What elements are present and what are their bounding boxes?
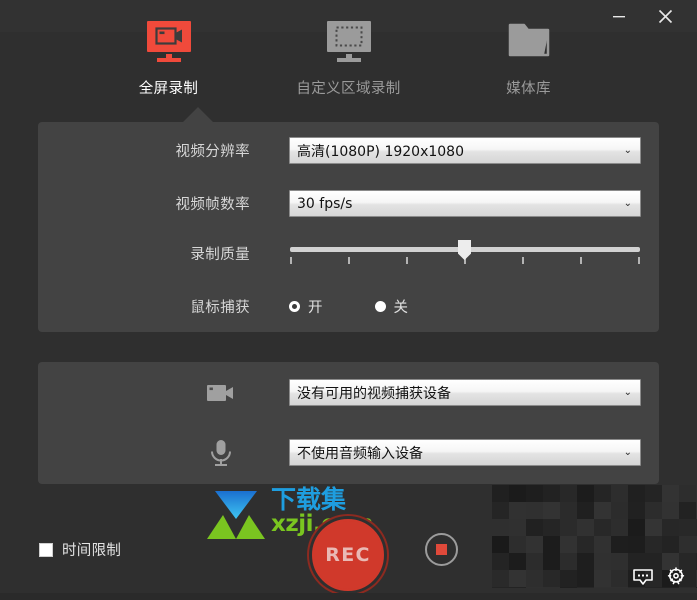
resolution-value: 高清(1080P) 1920x1080 [297, 143, 464, 160]
chevron-down-icon: ⌄ [623, 144, 632, 156]
tab-bar: 全屏录制 自定义区域录制 媒体库 [0, 16, 697, 98]
quality-label: 录制质量 [190, 246, 250, 263]
radio-label: 开 [308, 299, 323, 316]
devices-panel: 没有可用的视频捕获设备 ⌄ 不使用音频输入设备 ⌄ [38, 362, 659, 484]
radio-dot-icon [289, 300, 300, 312]
slider-tick [638, 257, 640, 264]
framerate-value: 30 fps/s [297, 195, 353, 212]
corner-icon-group [633, 567, 686, 590]
row-quality: 录制质量 [38, 240, 659, 266]
folder-icon [504, 16, 554, 68]
chevron-down-icon: ⌄ [623, 446, 632, 458]
stop-square-icon [436, 544, 447, 555]
radio-label: 关 [393, 299, 409, 316]
mouse-capture-label: 鼠标捕获 [190, 299, 250, 316]
tab-custom-region-record[interactable]: 自定义区域录制 [296, 16, 401, 98]
radio-mouse-capture-on[interactable]: 开 [289, 296, 323, 317]
slider-tick [348, 257, 350, 264]
radio-mouse-capture-off[interactable]: 关 [374, 296, 409, 317]
settings-panel: 视频分辨率 高清(1080P) 1920x1080 ⌄ 视频帧数率 30 fps… [38, 122, 659, 332]
mouse-capture-radio-group: 开 关 [289, 296, 408, 317]
tab-media-library[interactable]: 媒体库 [477, 16, 581, 98]
framerate-select[interactable]: 30 fps/s ⌄ [289, 190, 641, 217]
audio-device-select[interactable]: 不使用音频输入设备 ⌄ [289, 439, 641, 466]
screen-recorder-window: 全屏录制 自定义区域录制 媒体库 视频分辨率 高清(1080P) 1920x10… [0, 0, 697, 600]
settings-gear-icon[interactable] [666, 567, 686, 590]
slider-tick [406, 257, 408, 264]
row-mouse-capture: 鼠标捕获 开 关 [38, 295, 659, 317]
microphone-icon [192, 438, 250, 468]
stop-button[interactable] [425, 533, 458, 566]
record-button[interactable]: REC [312, 519, 384, 591]
resolution-select[interactable]: 高清(1080P) 1920x1080 ⌄ [289, 137, 641, 164]
window-bottom-edge [0, 593, 697, 600]
video-camera-icon [192, 381, 250, 405]
tab-label: 媒体库 [506, 81, 551, 97]
quality-slider[interactable] [289, 240, 641, 266]
active-tab-pointer [182, 107, 214, 123]
video-device-select[interactable]: 没有可用的视频捕获设备 ⌄ [289, 379, 641, 406]
tab-label: 全屏录制 [138, 81, 199, 97]
monitor-region-select-icon [324, 16, 374, 68]
row-audio-device: 不使用音频输入设备 ⌄ [38, 439, 659, 466]
watermark-title: 下载集 [271, 485, 347, 514]
audio-device-value: 不使用音频输入设备 [297, 445, 423, 462]
download-arrow-icon [207, 491, 265, 539]
time-limit-label: 时间限制 [62, 543, 122, 559]
chevron-down-icon: ⌄ [623, 386, 632, 398]
slider-tick [580, 257, 582, 264]
row-video-device: 没有可用的视频捕获设备 ⌄ [38, 379, 659, 406]
tab-fullscreen-record[interactable]: 全屏录制 [117, 16, 221, 98]
time-limit-checkbox[interactable]: 时间限制 [39, 539, 121, 560]
slider-tick [290, 257, 292, 264]
record-button-label: REC [325, 544, 371, 566]
row-framerate: 视频帧数率 30 fps/s ⌄ [38, 190, 659, 217]
framerate-label: 视频帧数率 [175, 197, 250, 213]
radio-dot-icon [374, 300, 386, 312]
chevron-down-icon: ⌄ [623, 197, 632, 209]
resolution-label: 视频分辨率 [175, 144, 250, 160]
screenshot-icon[interactable] [633, 568, 653, 589]
checkbox-box-icon [39, 542, 53, 557]
monitor-record-icon [144, 16, 194, 68]
slider-tick [522, 257, 524, 264]
row-resolution: 视频分辨率 高清(1080P) 1920x1080 ⌄ [38, 137, 659, 164]
video-device-value: 没有可用的视频捕获设备 [297, 385, 451, 402]
tab-label: 自定义区域录制 [296, 81, 401, 97]
